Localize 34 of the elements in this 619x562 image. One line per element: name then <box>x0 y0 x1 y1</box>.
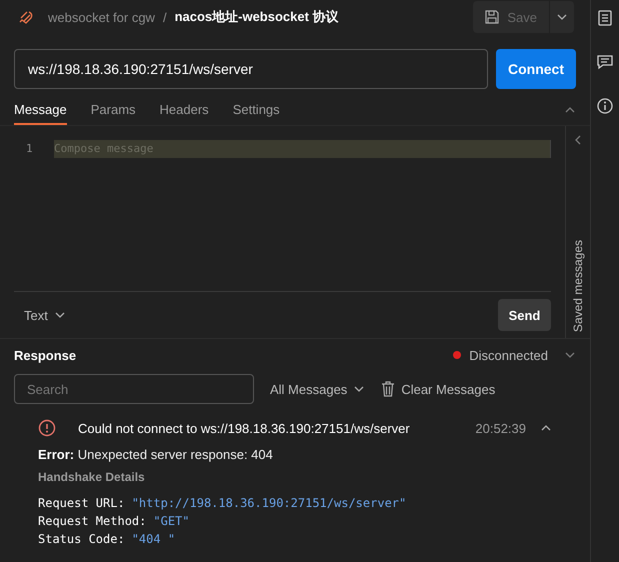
send-button[interactable]: Send <box>498 299 551 331</box>
info-icon[interactable] <box>597 98 613 114</box>
detail-key: Request Method: <box>38 514 146 528</box>
tab[interactable]: Headers <box>160 95 209 125</box>
response-title: Response <box>14 348 76 362</box>
detail-value: "http://198.18.36.190:27151/ws/server" <box>132 496 406 510</box>
document-icon[interactable] <box>598 10 612 26</box>
detail-value: "GET" <box>153 514 190 528</box>
clear-messages-button[interactable]: Clear Messages <box>381 381 496 397</box>
message-time: 20:52:39 <box>475 420 526 436</box>
error-message: Error: Unexpected server response: 404 <box>38 446 274 464</box>
detail-value: "404 " <box>132 532 176 546</box>
connect-button[interactable]: Connect <box>496 49 576 89</box>
message-filter-dropdown[interactable]: All Messages <box>270 382 366 396</box>
message-text[interactable]: Could not connect to ws://198.18.36.190:27151/ws/server <box>78 420 476 436</box>
comment-icon[interactable] <box>597 54 613 70</box>
url-field[interactable]: ws://198.18.36.190:27151/ws/server <box>14 49 488 89</box>
breadcrumb-separator: / <box>162 10 167 24</box>
tab[interactable]: Params <box>90 95 136 125</box>
tab[interactable]: Settings <box>232 95 280 125</box>
detail-key: Status Code: <box>38 532 125 546</box>
request-title: nacos地址-websocket 协议 <box>174 8 339 26</box>
search-field[interactable]: Search <box>14 374 254 404</box>
handshake-details-heading: Handshake Details <box>38 470 146 484</box>
websocket-icon <box>18 9 34 25</box>
detail-key: Request URL: <box>38 496 125 510</box>
tab[interactable]: Message <box>14 95 67 125</box>
trash-icon <box>381 381 396 397</box>
saved-messages-tab[interactable]: Saved messages <box>571 240 585 332</box>
connection-status: Disconnected <box>469 348 548 362</box>
format-dropdown[interactable]: Text <box>14 306 72 324</box>
line-number: 1 <box>25 141 34 157</box>
error-icon <box>38 419 56 437</box>
collection-link[interactable]: websocket for cgw <box>48 10 155 24</box>
